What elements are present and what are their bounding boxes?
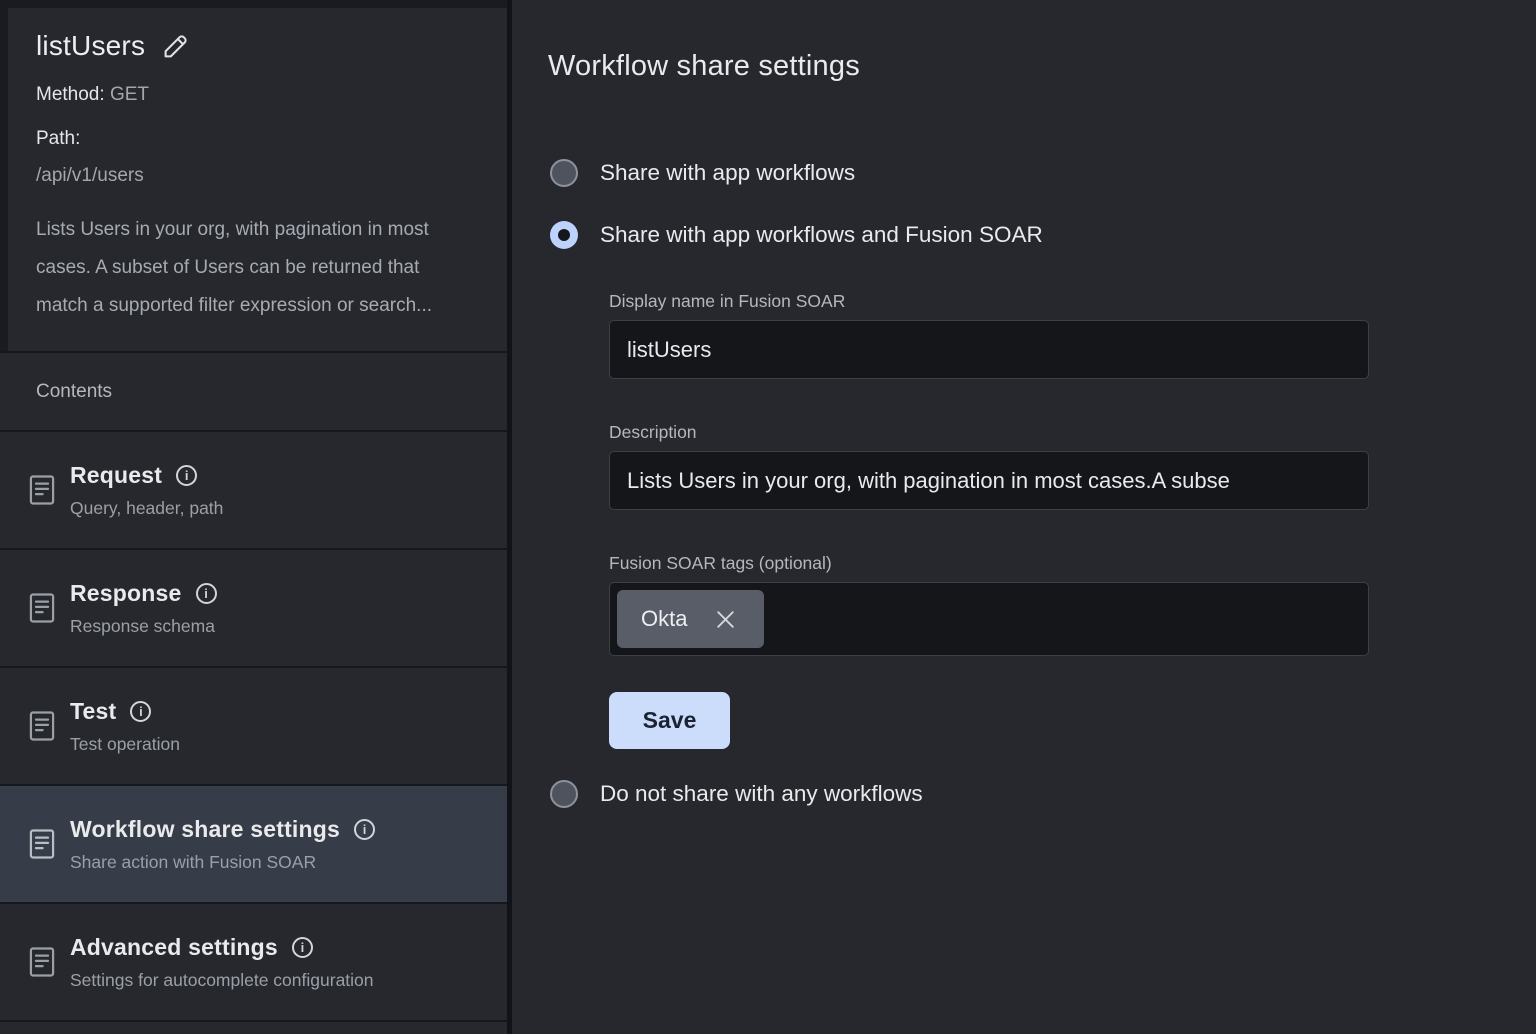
path-label: Path: xyxy=(36,128,481,150)
sidebar-item-request[interactable]: Request i Query, header, path xyxy=(0,430,507,548)
document-icon xyxy=(23,471,61,509)
info-icon[interactable]: i xyxy=(292,937,313,958)
sidebar-item-response[interactable]: Response i Response schema xyxy=(0,548,507,666)
sidebar: listUsers Method: GET Path: /api/v1/user… xyxy=(0,0,512,1034)
contents-label: Contents xyxy=(0,351,507,430)
tag-chip-okta: Okta xyxy=(617,590,764,648)
radio-label: Share with app workflows and Fusion SOAR xyxy=(600,221,1043,249)
edit-pencil-icon[interactable] xyxy=(161,32,190,61)
nav-item-subtitle: Query, header, path xyxy=(70,498,223,519)
nav-item-title: Request xyxy=(70,462,162,489)
path-value: /api/v1/users xyxy=(36,165,481,187)
sidebar-item-workflow-share-settings[interactable]: Workflow share settings i Share action w… xyxy=(0,784,507,902)
method-value: GET xyxy=(110,84,149,105)
description-label: Description xyxy=(609,422,1369,442)
app-window: listUsers Method: GET Path: /api/v1/user… xyxy=(0,0,1536,1034)
tag-remove-icon[interactable] xyxy=(712,606,739,633)
nav-item-subtitle: Settings for autocomplete configuration xyxy=(70,970,374,991)
display-name-label: Display name in Fusion SOAR xyxy=(609,291,1369,311)
nav-item-subtitle: Test operation xyxy=(70,734,180,755)
info-icon[interactable]: i xyxy=(130,701,151,722)
document-icon xyxy=(23,589,61,627)
save-button[interactable]: Save xyxy=(609,692,730,749)
description-input[interactable] xyxy=(609,451,1369,510)
info-icon[interactable]: i xyxy=(176,465,197,486)
operation-title: listUsers xyxy=(36,30,145,62)
sidebar-item-advanced-settings[interactable]: Advanced settings i Settings for autocom… xyxy=(0,902,507,1020)
radio-label: Share with app workflows xyxy=(600,159,855,187)
tags-label: Fusion SOAR tags (optional) xyxy=(609,553,1369,573)
tags-input-field[interactable]: Okta xyxy=(609,582,1369,656)
document-icon xyxy=(23,943,61,981)
radio-option-share-app-workflows[interactable]: Share with app workflows xyxy=(550,159,1536,187)
nav-item-subtitle: Share action with Fusion SOAR xyxy=(70,852,375,873)
radio-button[interactable] xyxy=(550,159,578,187)
method-label: Method: xyxy=(36,84,105,105)
display-name-input[interactable] xyxy=(609,320,1369,379)
nav-item-title: Advanced settings xyxy=(70,934,278,961)
page-title: Workflow share settings xyxy=(548,48,1536,84)
radio-option-share-app-workflows-fusion-soar[interactable]: Share with app workflows and Fusion SOAR xyxy=(550,221,1536,249)
info-icon[interactable]: i xyxy=(196,583,217,604)
radio-label: Do not share with any workflows xyxy=(600,780,923,808)
tag-chip-label: Okta xyxy=(641,606,687,632)
main-panel: Workflow share settings Share with app w… xyxy=(512,0,1536,1034)
radio-option-do-not-share[interactable]: Do not share with any workflows xyxy=(550,780,1536,808)
info-icon[interactable]: i xyxy=(354,819,375,840)
operation-summary-card: listUsers Method: GET Path: /api/v1/user… xyxy=(0,0,507,351)
radio-button-selected[interactable] xyxy=(550,221,578,249)
nav-item-title: Response xyxy=(70,580,182,607)
radio-button[interactable] xyxy=(550,780,578,808)
nav-item-title: Workflow share settings xyxy=(70,816,340,843)
method-line: Method: GET xyxy=(36,84,481,106)
fusion-soar-share-form: Display name in Fusion SOAR Description … xyxy=(609,291,1369,749)
operation-description: Lists Users in your org, with pagination… xyxy=(36,211,466,325)
nav-filler xyxy=(0,1020,507,1034)
document-icon xyxy=(23,825,61,863)
nav-item-subtitle: Response schema xyxy=(70,616,217,637)
sidebar-item-test[interactable]: Test i Test operation xyxy=(0,666,507,784)
document-icon xyxy=(23,707,61,745)
nav-item-title: Test xyxy=(70,698,116,725)
contents-nav: Request i Query, header, path Response i xyxy=(0,430,507,1034)
